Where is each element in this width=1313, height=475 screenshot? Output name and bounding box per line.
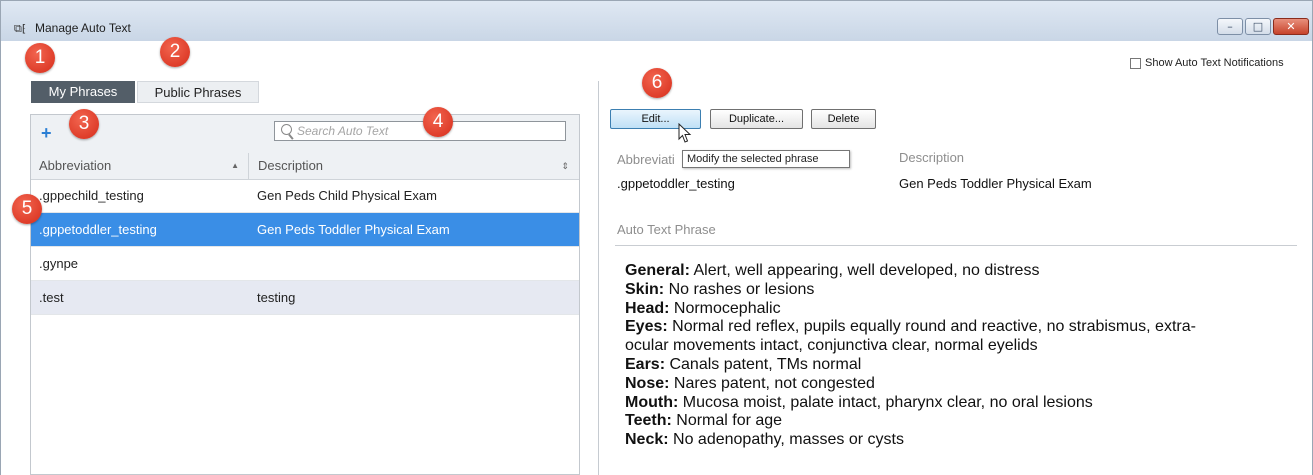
phrase-line-text: No rashes or lesions: [664, 280, 815, 298]
table-header: Abbreviation ▲ Description ⇕: [31, 153, 579, 180]
phrase-line-text: Mucosa moist, palate intact, pharynx cle…: [678, 393, 1093, 411]
phrase-list-panel: + Abbreviation ▲ Description ⇕ .gppechil…: [30, 114, 580, 475]
checkbox-box[interactable]: [1130, 58, 1141, 69]
callout-badge-6: 6: [642, 68, 672, 98]
phrase-line-text: Alert, well appearing, well developed, n…: [689, 262, 1040, 279]
row-description: testing: [257, 290, 296, 305]
phrase-line: Skin: No rashes or lesions: [625, 281, 1285, 300]
phrase-line: ocular movements intact, conjunctiva cle…: [625, 337, 1285, 356]
phrase-line-text: No adenopathy, masses or cysts: [668, 431, 904, 449]
title-bar: ⧉⁅ Manage Auto Text – □ ✕: [1, 1, 1312, 41]
phrase-line: Nose: Nares patent, not congested: [625, 375, 1285, 394]
phrase-line-text: Normal for age: [671, 412, 783, 430]
phrase-line-heading: General:: [625, 262, 690, 279]
phrase-line: Neck: No adenopathy, masses or cysts: [625, 431, 1285, 450]
row-abbreviation: .gynpe: [39, 256, 79, 271]
phrase-divider: [615, 245, 1297, 246]
column-header-description[interactable]: Description ⇕: [250, 153, 579, 179]
phrase-line-text: Canals patent, TMs normal: [665, 355, 862, 373]
tab-public-phrases[interactable]: Public Phrases: [137, 81, 259, 103]
minimize-button[interactable]: –: [1217, 18, 1243, 35]
maximize-icon: □: [1252, 20, 1264, 33]
maximize-button[interactable]: □: [1245, 18, 1271, 35]
sort-ascending-icon: ▲: [231, 161, 239, 170]
phrase-line-heading: Ears:: [625, 355, 666, 373]
column-header-description-label: Description: [258, 158, 324, 173]
plus-icon[interactable]: +: [41, 123, 52, 144]
phrase-line-text: Normal red reflex, pupils equally round …: [667, 318, 1196, 336]
phrase-line: Ears: Canals patent, TMs normal: [625, 356, 1285, 375]
phrase-line-heading: Neck:: [625, 431, 669, 449]
search-icon: [281, 124, 292, 135]
edit-tooltip: Modify the selected phrase: [682, 150, 850, 168]
close-icon: ✕: [1286, 20, 1296, 33]
duplicate-button[interactable]: Duplicate...: [710, 109, 803, 129]
window-title: Manage Auto Text: [35, 21, 131, 35]
phrase-line-text: Nares patent, not congested: [669, 374, 875, 392]
delete-button[interactable]: Delete: [811, 109, 876, 129]
panel-splitter[interactable]: [598, 81, 599, 475]
mouse-pointer-icon: [678, 123, 692, 143]
table-row-selected[interactable]: .gppetoddler_testing Gen Peds Toddler Ph…: [31, 213, 579, 247]
phrase-line: Head: Normocephalic: [625, 300, 1285, 319]
phrase-line-heading: Skin:: [625, 280, 665, 298]
phrase-line: Teeth: Normal for age: [625, 412, 1285, 431]
row-description: Gen Peds Toddler Physical Exam: [257, 222, 450, 237]
list-toolbar: +: [31, 115, 579, 154]
phrase-line-heading: Nose:: [625, 374, 670, 392]
close-button[interactable]: ✕: [1273, 18, 1309, 35]
phrase-line-heading: Mouth:: [625, 393, 679, 411]
show-notifications-label: Show Auto Text Notifications: [1145, 57, 1284, 69]
abbreviation-field-label: Abbreviati: [617, 152, 675, 167]
auto-text-phrase-body: General: Alert, well appearing, well dev…: [625, 262, 1285, 450]
phrase-line-heading: Head:: [625, 299, 670, 317]
description-field-label: Description: [899, 150, 965, 165]
manage-auto-text-window: ⧉⁅ Manage Auto Text – □ ✕ 1 2 3 4 5 6 My…: [0, 0, 1313, 475]
row-abbreviation: .gppechild_testing: [39, 188, 144, 203]
callout-badge-4: 4: [423, 107, 453, 137]
row-abbreviation: .test: [39, 290, 64, 305]
phrase-line-heading: Eyes:: [625, 318, 668, 336]
search-box[interactable]: [274, 121, 566, 141]
tab-my-phrases[interactable]: My Phrases: [31, 81, 135, 103]
table-row[interactable]: .gynpe: [31, 247, 579, 281]
callout-badge-5: 5: [12, 194, 42, 224]
row-abbreviation: .gppetoddler_testing: [39, 222, 157, 237]
phrase-line-text: ocular movements intact, conjunctiva cle…: [625, 337, 1038, 355]
auto-text-app-icon: ⧉⁅: [14, 22, 27, 35]
description-value: Gen Peds Toddler Physical Exam: [899, 176, 1092, 191]
column-header-abbreviation-label: Abbreviation: [39, 158, 112, 173]
phrase-line-text: Normocephalic: [669, 299, 781, 317]
abbreviation-value: .gppetoddler_testing: [617, 176, 735, 191]
phrase-line: Mouth: Mucosa moist, palate intact, phar…: [625, 394, 1285, 413]
table-row[interactable]: .test testing: [31, 281, 579, 315]
sort-toggle-icon: ⇕: [561, 161, 569, 171]
auto-text-phrase-label: Auto Text Phrase: [617, 222, 716, 237]
table-row[interactable]: .gppechild_testing Gen Peds Child Physic…: [31, 179, 579, 213]
row-description: Gen Peds Child Physical Exam: [257, 188, 437, 203]
phrase-line: Eyes: Normal red reflex, pupils equally …: [625, 318, 1285, 337]
phrase-line-heading: Teeth:: [625, 412, 672, 430]
column-header-abbreviation[interactable]: Abbreviation ▲: [31, 153, 249, 179]
callout-badge-1: 1: [25, 43, 55, 73]
minimize-icon: –: [1227, 20, 1233, 33]
callout-badge-2: 2: [160, 37, 190, 67]
callout-badge-3: 3: [69, 109, 99, 139]
phrase-line: General: Alert, well appearing, well dev…: [625, 262, 1285, 281]
